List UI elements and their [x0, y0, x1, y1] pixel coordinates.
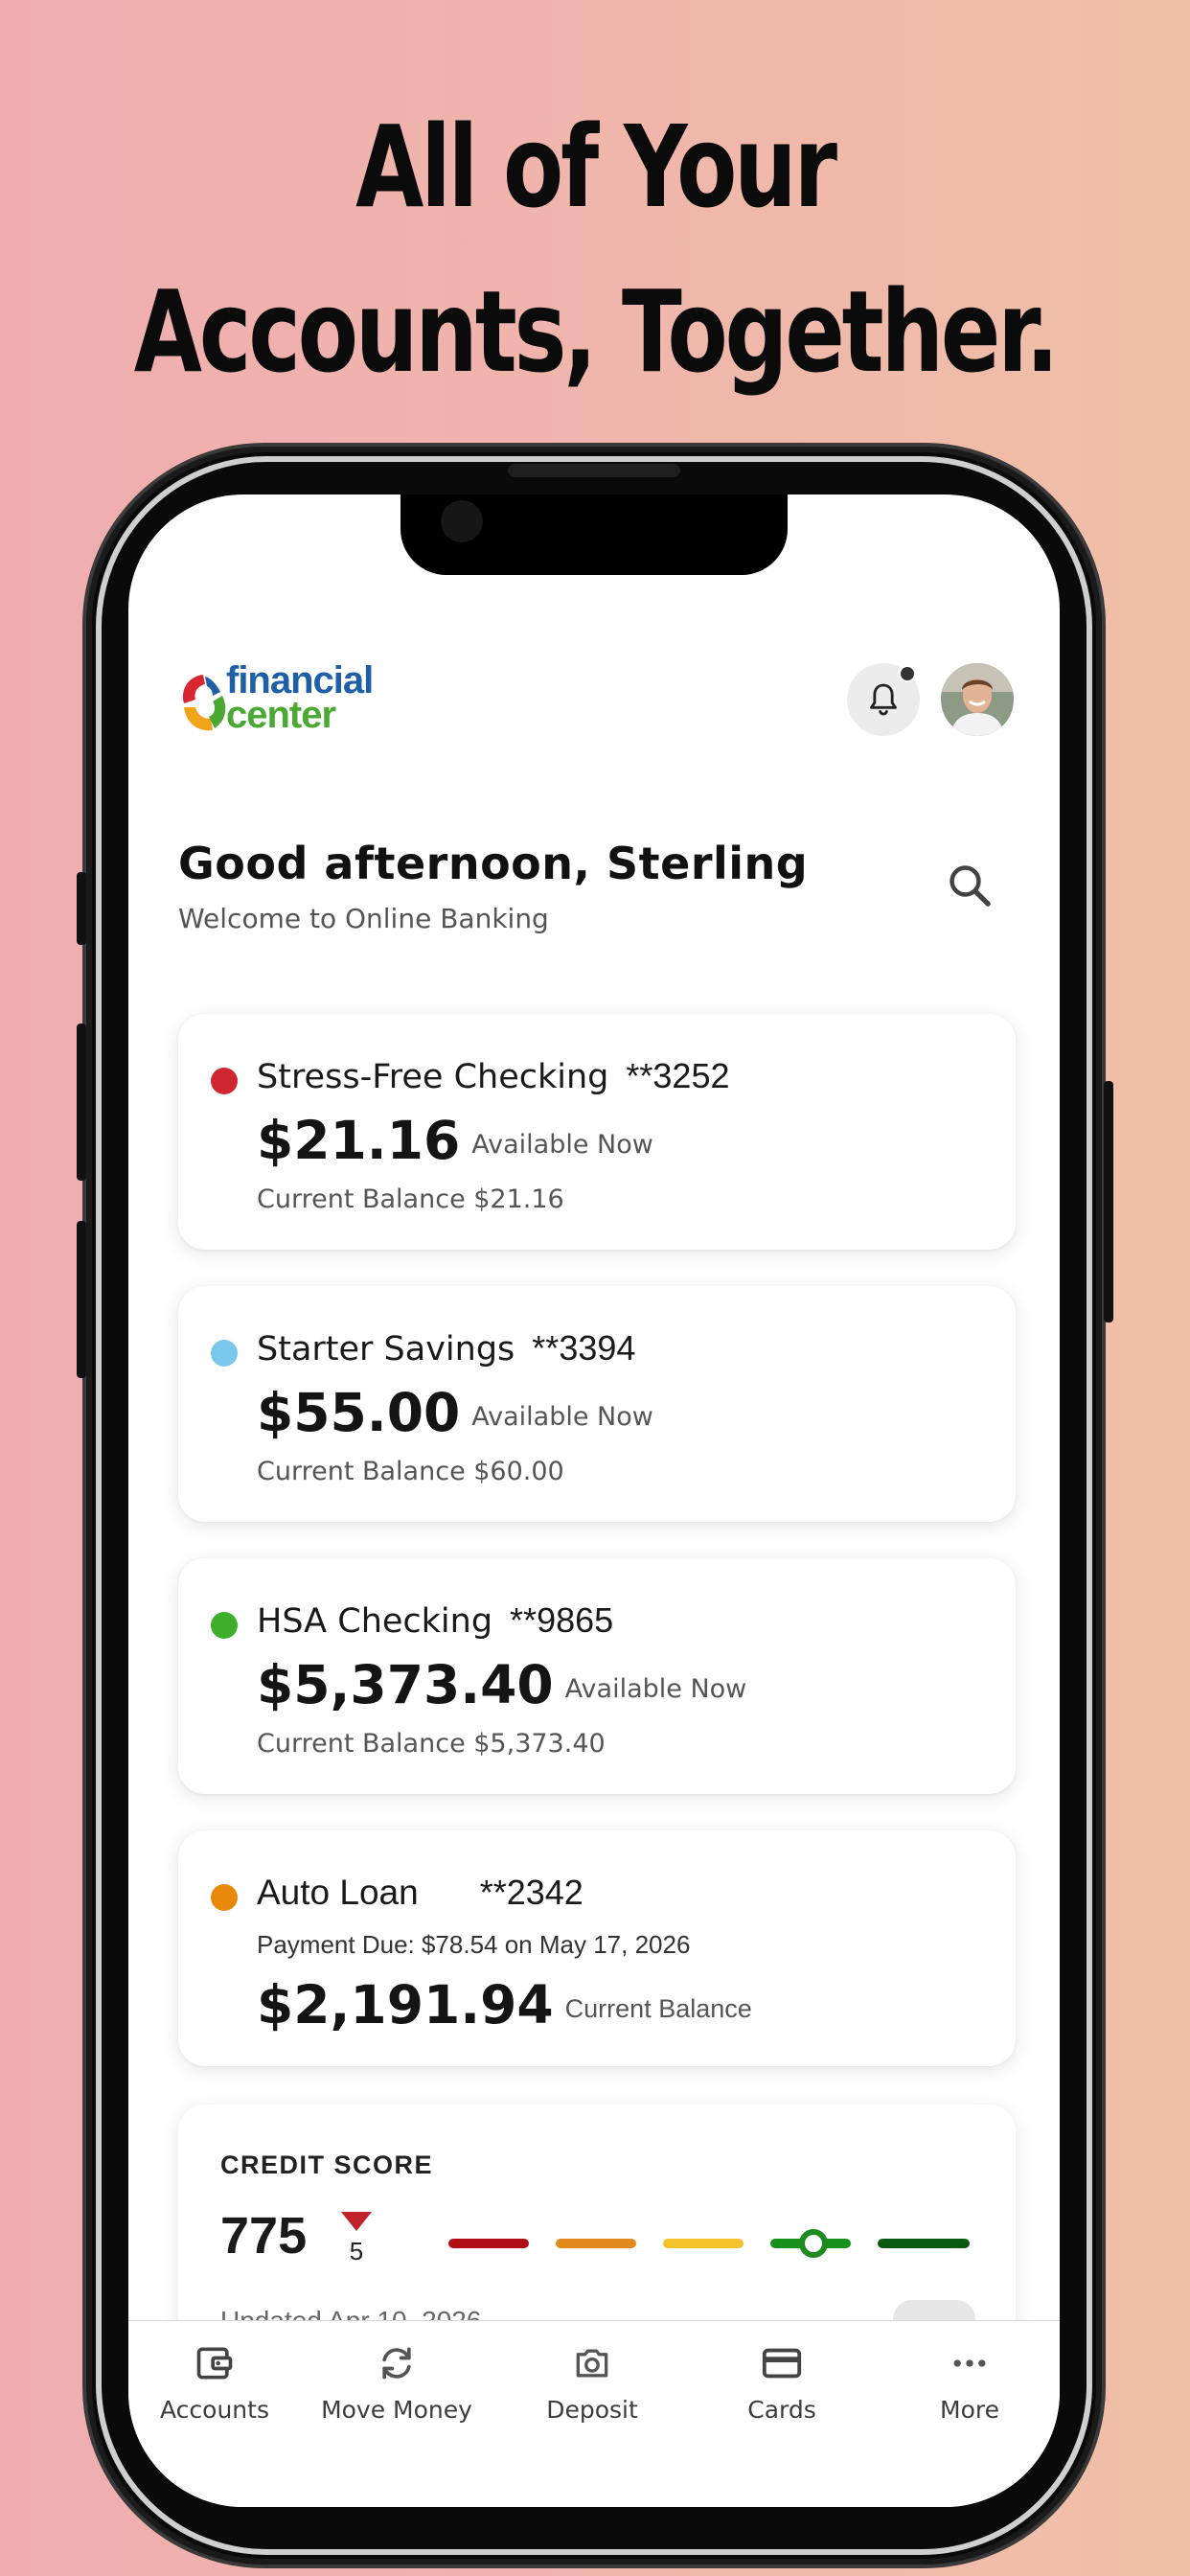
loan-balance-amount: $2,191.94: [257, 1974, 554, 2036]
tab-deposit[interactable]: Deposit: [506, 2340, 678, 2424]
loan-balance-label: Current Balance: [564, 1994, 752, 2023]
account-name: Auto Loan **2342: [257, 1873, 584, 1913]
credit-score-change-value: 5: [349, 2237, 364, 2266]
wallet-icon: [196, 2347, 233, 2380]
phone-volume-up: [77, 1024, 86, 1181]
phone-volume-down: [77, 1221, 86, 1378]
current-balance: Current Balance $60.00: [257, 1457, 564, 1486]
tab-label: Deposit: [546, 2396, 638, 2424]
bell-icon: [870, 683, 897, 716]
account-name-text: Starter Savings: [257, 1330, 515, 1368]
tab-accounts[interactable]: Accounts: [128, 2340, 301, 2424]
phone-side-button: [77, 872, 86, 945]
avatar-photo-icon: [941, 663, 1014, 736]
logo-text-center: center: [226, 694, 336, 736]
credit-scale-marker: [799, 2229, 828, 2258]
account-card-hsa-checking[interactable]: HSA Checking **9865 $5,373.40 Available No…: [178, 1558, 1016, 1794]
camera-icon: [576, 2349, 608, 2378]
more-icon: [953, 2359, 986, 2367]
account-number: **9865: [510, 1600, 614, 1640]
available-balance: $5,373.40 Available Now: [257, 1654, 746, 1715]
payment-due: Payment Due: $78.54 on May 17, 2026: [257, 1930, 691, 1959]
logo-mark-icon: [182, 675, 226, 731]
greeting-subtitle: Welcome to Online Banking: [178, 903, 549, 934]
account-name: Stress-Free Checking **3252: [257, 1056, 730, 1096]
credit-scale-excellent: [878, 2239, 970, 2248]
credit-scale-fair: [556, 2239, 636, 2248]
tab-label: Accounts: [160, 2396, 269, 2424]
available-balance-amount: $5,373.40: [257, 1654, 554, 1715]
credit-score-change: 5: [337, 2212, 376, 2266]
account-card-auto-loan[interactable]: Auto Loan **2342 Payment Due: $78.54 on M…: [178, 1830, 1016, 2066]
greeting-title: Good afternoon, Sterling: [178, 838, 809, 889]
credit-scale-poor: [448, 2239, 529, 2248]
tab-label: Cards: [747, 2396, 816, 2424]
account-name: Starter Savings **3394: [257, 1328, 635, 1368]
account-number: **2342: [479, 1873, 584, 1912]
phone-power-button: [1104, 1081, 1113, 1322]
tab-label: More: [940, 2396, 999, 2424]
available-balance: $21.16 Available Now: [257, 1110, 653, 1171]
current-balance: Current Balance $21.16: [257, 1184, 564, 1214]
credit-score-value: 775: [220, 2207, 308, 2265]
account-name-text: Auto Loan: [257, 1873, 419, 1912]
app-logo: financial center: [176, 661, 397, 742]
transfer-icon: [382, 2347, 411, 2380]
available-balance-label: Available Now: [471, 1130, 653, 1160]
account-number: **3252: [626, 1056, 730, 1095]
bottom-tab-bar: Accounts Move Money Deposit Cards More: [128, 2320, 1060, 2507]
available-balance-amount: $21.16: [257, 1110, 461, 1171]
headline-line-2: Accounts, Together.: [133, 265, 1060, 398]
available-balance-label: Available Now: [471, 1402, 653, 1432]
search-icon: [950, 865, 991, 907]
account-card-starter-savings[interactable]: Starter Savings **3394 $55.00 Available No…: [178, 1286, 1016, 1522]
credit-scale-good: [663, 2239, 744, 2248]
credit-score-title: CREDIT SCORE: [220, 2150, 434, 2179]
promo-headline: All of Your Accounts, Together.: [131, 84, 1060, 414]
logo-text-financial: financial: [226, 659, 374, 702]
card-icon: [762, 2348, 802, 2379]
account-name-text: HSA Checking: [257, 1602, 493, 1641]
account-card-stress-free-checking[interactable]: Stress-Free Checking **3252 $21.16 Availab…: [178, 1014, 1016, 1250]
available-balance: $55.00 Available Now: [257, 1382, 653, 1443]
account-name: HSA Checking **9865: [257, 1600, 613, 1641]
phone-speaker: [508, 464, 680, 477]
front-camera: [441, 500, 483, 542]
tab-label: Move Money: [321, 2396, 472, 2424]
account-color-dot: [211, 1068, 238, 1094]
tab-cards[interactable]: Cards: [696, 2340, 868, 2424]
available-balance-label: Available Now: [564, 1674, 747, 1704]
notification-badge: [899, 665, 916, 682]
app-screen: financial center Good afternoon, Sterlin…: [128, 494, 1060, 2507]
account-color-dot: [211, 1884, 238, 1911]
account-name-text: Stress-Free Checking: [257, 1058, 609, 1096]
account-color-dot: [211, 1612, 238, 1639]
tab-move-money[interactable]: Move Money: [310, 2340, 483, 2424]
down-arrow-icon: [341, 2212, 372, 2231]
current-balance: Current Balance $5,373.40: [257, 1729, 606, 1759]
search-button[interactable]: [939, 855, 1000, 916]
profile-avatar[interactable]: [941, 663, 1014, 736]
loan-balance: $2,191.94 Current Balance: [257, 1974, 752, 2036]
available-balance-amount: $55.00: [257, 1382, 461, 1443]
notifications-button[interactable]: [847, 663, 920, 736]
account-color-dot: [211, 1340, 238, 1367]
tab-more[interactable]: More: [883, 2340, 1056, 2424]
headline-line-1: All of Your: [355, 101, 837, 233]
account-number: **3394: [532, 1328, 636, 1368]
